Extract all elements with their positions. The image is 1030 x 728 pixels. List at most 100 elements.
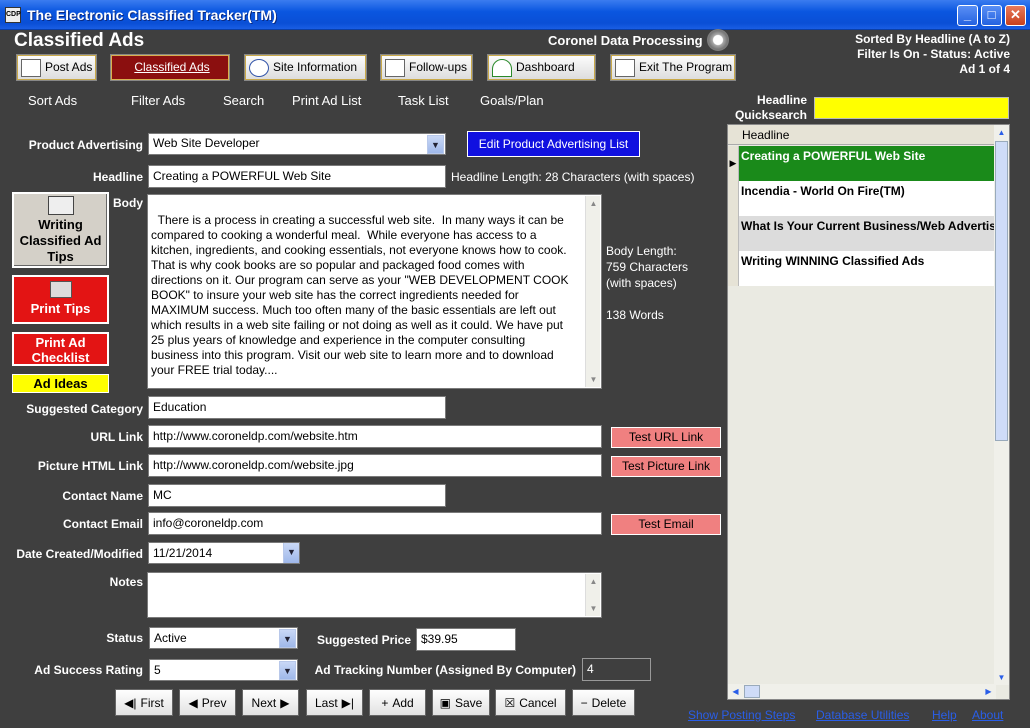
- menu-search[interactable]: Search: [223, 93, 264, 108]
- scroll-thumb[interactable]: [995, 141, 1008, 441]
- hscroll-thumb[interactable]: [744, 685, 760, 698]
- tracking-label: Ad Tracking Number (Assigned By Computer…: [314, 663, 576, 677]
- window-title: The Electronic Classified Tracker(TM): [27, 7, 277, 23]
- word-count: 138 Words: [606, 308, 664, 322]
- plus-icon: +: [381, 695, 389, 710]
- product-select[interactable]: Web Site Developer ▼: [148, 133, 446, 155]
- record-status: Ad 1 of 4: [959, 62, 1010, 76]
- next-record-button[interactable]: Next ▶: [242, 689, 299, 716]
- first-record-button[interactable]: ◀| First: [115, 689, 173, 716]
- body-length: Body Length: 759 Characters (with spaces…: [606, 244, 689, 322]
- follow-ups-button[interactable]: Follow-ups: [380, 54, 473, 81]
- status-select[interactable]: Active ▼: [149, 627, 298, 649]
- first-icon: ◀|: [124, 695, 137, 710]
- add-record-button[interactable]: + Add: [369, 689, 426, 716]
- database-utilities-link[interactable]: Database Utilities: [816, 708, 910, 722]
- scroll-down-icon[interactable]: ▼: [586, 601, 601, 616]
- last-record-button[interactable]: Last ▶|: [306, 689, 363, 716]
- print-checklist-button[interactable]: Print Ad Checklist: [12, 332, 109, 366]
- headline-length: Headline Length: 28 Characters (with spa…: [451, 170, 695, 184]
- test-url-button[interactable]: Test URL Link: [611, 427, 721, 448]
- scroll-right-icon[interactable]: ▶: [981, 684, 996, 699]
- product-label: Product Advertising: [28, 138, 143, 152]
- cancel-record-button[interactable]: ☒ Cancel: [495, 689, 566, 716]
- contact-name-input[interactable]: MC: [148, 484, 446, 507]
- notes-scrollbar[interactable]: ▲ ▼: [585, 574, 600, 616]
- company-name: Coronel Data Processing: [548, 33, 703, 48]
- price-input[interactable]: $39.95: [416, 628, 516, 651]
- url-input[interactable]: http://www.coroneldp.com/website.htm: [148, 425, 602, 448]
- prev-record-button[interactable]: ◀ Prev: [179, 689, 236, 716]
- contact-email-input[interactable]: info@coroneldp.com: [148, 512, 602, 535]
- delete-record-button[interactable]: − Delete: [572, 689, 635, 716]
- scroll-up-icon[interactable]: ▲: [994, 125, 1009, 140]
- writing-tips-button[interactable]: Writing Classified Ad Tips: [12, 192, 109, 268]
- rating-label: Ad Success Rating: [34, 663, 143, 677]
- ad-ideas-button[interactable]: Ad Ideas: [12, 374, 109, 393]
- menu-print-ad-list[interactable]: Print Ad List: [292, 93, 361, 108]
- body-scrollbar[interactable]: ▲ ▼: [585, 196, 600, 387]
- chevron-down-icon[interactable]: ▼: [279, 629, 296, 648]
- menu-sort-ads[interactable]: Sort Ads: [28, 93, 77, 108]
- window-titlebar: CDP The Electronic Classified Tracker(TM…: [0, 0, 1030, 30]
- exit-program-button[interactable]: Exit The Program: [610, 54, 736, 81]
- print-tips-button[interactable]: Print Tips: [12, 275, 109, 324]
- date-label: Date Created/Modified: [16, 547, 143, 561]
- menu-filter-ads[interactable]: Filter Ads: [131, 93, 185, 108]
- calendar-dropdown-icon[interactable]: ▼: [283, 543, 299, 563]
- list-column-header[interactable]: Headline: [728, 125, 996, 145]
- last-icon: ▶|: [341, 695, 355, 710]
- category-input[interactable]: Education: [148, 396, 446, 419]
- dashboard-button[interactable]: Dashboard: [487, 54, 596, 81]
- scroll-up-icon[interactable]: ▲: [586, 196, 601, 211]
- test-email-button[interactable]: Test Email: [611, 514, 721, 535]
- list-row[interactable]: Writing WINNING Classified Ads: [728, 251, 996, 286]
- scroll-down-icon[interactable]: ▼: [994, 670, 1009, 685]
- about-link[interactable]: About: [972, 708, 1004, 722]
- post-ads-button[interactable]: Post Ads: [16, 54, 97, 81]
- show-posting-steps-link[interactable]: Show Posting Steps: [688, 708, 796, 722]
- app-icon: CDP: [5, 7, 21, 23]
- rating-select[interactable]: 5 ▼: [149, 659, 298, 681]
- category-label: Suggested Category: [26, 402, 143, 416]
- notes-label: Notes: [109, 575, 143, 589]
- minus-icon: −: [580, 695, 588, 710]
- headline-input[interactable]: Creating a POWERFUL Web Site: [148, 165, 446, 188]
- tips-book-icon: [47, 196, 74, 215]
- scroll-up-icon[interactable]: ▲: [586, 574, 601, 589]
- test-picture-button[interactable]: Test Picture Link: [611, 456, 721, 477]
- classified-ads-button[interactable]: Classified Ads: [110, 54, 230, 81]
- edit-product-list-button[interactable]: Edit Product Advertising List: [467, 131, 640, 157]
- headline-list[interactable]: Headline ▶ Creating a POWERFUL Web Site …: [727, 124, 1010, 700]
- chevron-down-icon[interactable]: ▼: [279, 661, 296, 680]
- list-row-selected[interactable]: ▶ Creating a POWERFUL Web Site: [728, 146, 996, 181]
- maximize-icon[interactable]: □: [981, 5, 1002, 26]
- scroll-left-icon[interactable]: ◀: [728, 684, 743, 699]
- chevron-down-icon[interactable]: ▼: [427, 135, 444, 154]
- page-title: Classified Ads: [14, 30, 145, 51]
- minimize-icon[interactable]: _: [957, 5, 978, 26]
- url-label: URL Link: [90, 430, 143, 444]
- row-selector-arrow-icon: ▶: [728, 146, 739, 181]
- scroll-down-icon[interactable]: ▼: [586, 372, 601, 387]
- body-textarea[interactable]: There is a process in creating a success…: [147, 194, 602, 389]
- close-icon[interactable]: ✕: [1005, 5, 1026, 26]
- list-row[interactable]: Incendia - World On Fire(TM): [728, 181, 996, 216]
- site-information-button[interactable]: Site Information: [244, 54, 367, 81]
- gear-icon: [707, 29, 729, 51]
- quicksearch-label-2: Quicksearch: [734, 108, 807, 122]
- quicksearch-input[interactable]: [814, 97, 1009, 119]
- date-picker[interactable]: 11/21/2014 ▼: [148, 542, 300, 564]
- notes-textarea[interactable]: ▲ ▼: [147, 572, 602, 618]
- help-link[interactable]: Help: [932, 708, 957, 722]
- list-vertical-scrollbar[interactable]: ▲ ▼: [994, 125, 1009, 685]
- save-icon: ▣: [439, 695, 451, 710]
- list-row[interactable]: What Is Your Current Business/Web Advert…: [728, 216, 996, 251]
- gauge-icon: [492, 58, 512, 77]
- status-label: Status: [106, 631, 143, 645]
- list-horizontal-scrollbar[interactable]: ◀ ▶: [728, 684, 996, 699]
- picture-input[interactable]: http://www.coroneldp.com/website.jpg: [148, 454, 602, 477]
- save-record-button[interactable]: ▣ Save: [432, 689, 490, 716]
- menu-goals-plan[interactable]: Goals/Plan: [480, 93, 544, 108]
- menu-task-list[interactable]: Task List: [398, 93, 449, 108]
